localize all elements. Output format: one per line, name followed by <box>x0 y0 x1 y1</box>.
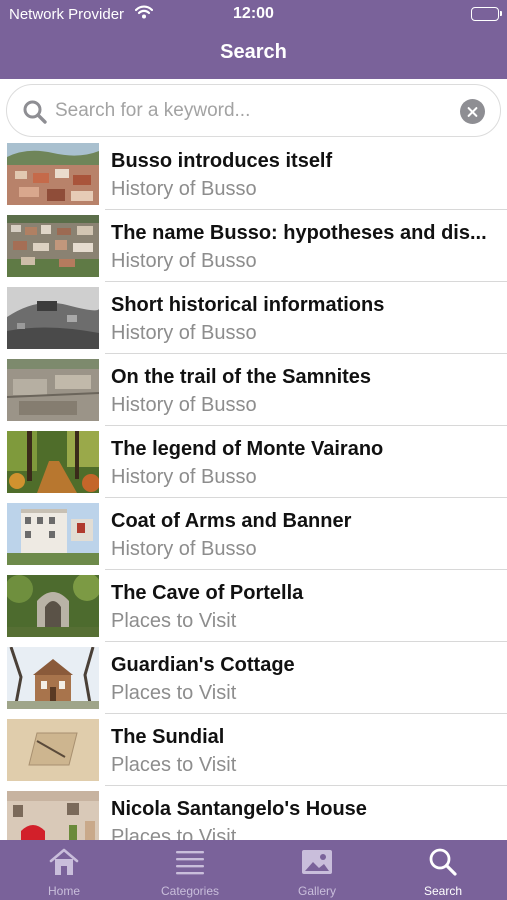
result-category: History of Busso <box>111 250 257 272</box>
clear-search-button[interactable] <box>460 99 485 124</box>
result-title: Coat of Arms and Banner <box>111 510 352 532</box>
list-item[interactable]: On the trail of the Samnites History of … <box>0 354 507 426</box>
list-item[interactable]: The legend of Monte Vairano History of B… <box>0 426 507 498</box>
result-title: The legend of Monte Vairano <box>111 438 384 460</box>
list-item[interactable]: Busso introduces itself History of Busso <box>0 138 507 210</box>
thumbnail-town-aerial <box>7 215 99 277</box>
tab-label: Search <box>423 884 463 898</box>
battery-icon <box>471 7 502 21</box>
result-category: History of Busso <box>111 466 257 488</box>
search-field[interactable] <box>6 84 501 137</box>
tab-label: Home <box>47 884 80 898</box>
result-category: History of Busso <box>111 178 257 200</box>
thumbnail-excavation-site <box>7 359 99 421</box>
thumbnail-red-door-house <box>7 791 99 840</box>
result-category: Places to Visit <box>111 754 237 776</box>
result-title: The name Busso: hypotheses and dis... <box>111 222 487 244</box>
tab-bar: Home Categories Gallery Search <box>0 840 507 900</box>
thumbnail-brick-cottage <box>7 647 99 709</box>
result-category: History of Busso <box>111 538 257 560</box>
thumbnail-town-aerial-sunset <box>7 143 99 205</box>
result-title: The Sundial <box>111 726 225 748</box>
search-input[interactable] <box>55 95 455 127</box>
tab-categories[interactable]: Categories <box>127 840 253 900</box>
tab-home[interactable]: Home <box>1 840 127 900</box>
result-category: Places to Visit <box>111 826 237 840</box>
list-item[interactable]: Short historical informations History of… <box>0 282 507 354</box>
result-title: Guardian's Cottage <box>111 654 295 676</box>
result-title: The Cave of Portella <box>111 582 304 604</box>
search-bar <box>0 79 507 144</box>
status-time: 12:00 <box>233 5 274 22</box>
result-category: History of Busso <box>111 322 257 344</box>
home-icon <box>48 847 80 877</box>
thumbnail-stone-arch <box>7 575 99 637</box>
list-item[interactable]: The name Busso: hypotheses and dis... Hi… <box>0 210 507 282</box>
thumbnail-historic-bw-photo <box>7 287 99 349</box>
result-category: Places to Visit <box>111 610 237 632</box>
navigation-bar: Search <box>0 30 507 79</box>
result-title: On the trail of the Samnites <box>111 366 372 388</box>
list-icon <box>174 847 206 877</box>
result-title: Busso introduces itself <box>111 150 333 172</box>
list-item[interactable]: Coat of Arms and Banner History of Busso <box>0 498 507 570</box>
tab-search[interactable]: Search <box>380 840 506 900</box>
result-category: History of Busso <box>111 394 257 416</box>
result-title: Short historical informations <box>111 294 385 316</box>
list-item[interactable]: The Cave of Portella Places to Visit <box>0 570 507 642</box>
tab-label: Gallery <box>297 884 336 898</box>
results-list: Busso introduces itself History of Busso… <box>0 138 507 840</box>
search-icon <box>427 847 459 877</box>
status-bar: Network Provider 12:00 <box>0 0 507 30</box>
photo-icon <box>301 847 333 877</box>
list-item[interactable]: Nicola Santangelo's House Places to Visi… <box>0 786 507 840</box>
thumbnail-sundial-stone <box>7 719 99 781</box>
tab-gallery[interactable]: Gallery <box>254 840 380 900</box>
list-item[interactable]: Guardian's Cottage Places to Visit <box>0 642 507 714</box>
result-title: Nicola Santangelo's House <box>111 798 367 820</box>
tab-label: Categories <box>160 884 220 898</box>
thumbnail-town-hall <box>7 503 99 565</box>
list-item[interactable]: The Sundial Places to Visit <box>0 714 507 786</box>
search-icon <box>22 99 48 130</box>
result-category: Places to Visit <box>111 682 237 704</box>
page-title: Search <box>220 41 287 63</box>
thumbnail-forest-path <box>7 431 99 493</box>
